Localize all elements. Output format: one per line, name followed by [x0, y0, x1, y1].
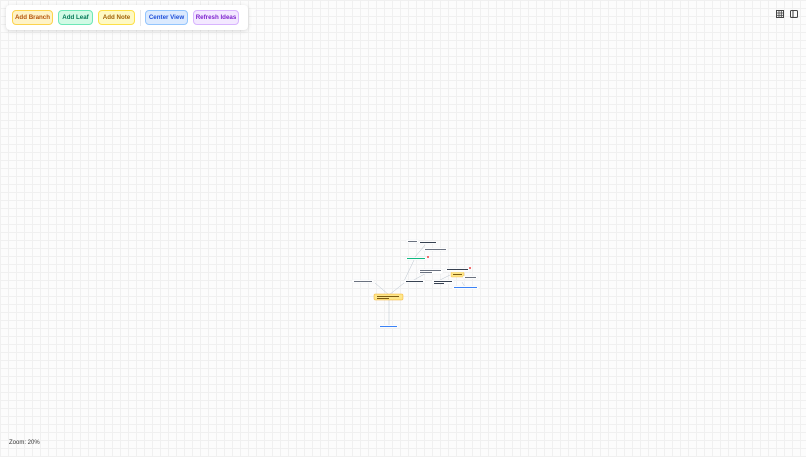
- node-root[interactable]: [373, 293, 404, 301]
- node-right-4[interactable]: [451, 285, 480, 290]
- node-top-a[interactable]: [405, 239, 420, 244]
- node-bottom[interactable]: [377, 324, 400, 329]
- node-upper-1[interactable]: [404, 256, 429, 261]
- node-right-1[interactable]: [444, 267, 471, 273]
- node-right-2[interactable]: [462, 275, 479, 280]
- node-top-b[interactable]: [417, 240, 439, 245]
- zoom-level-label: Zoom: 20%: [9, 440, 40, 446]
- mind-map-canvas[interactable]: [0, 0, 806, 457]
- node-note[interactable]: [450, 271, 465, 278]
- node-center[interactable]: [403, 279, 426, 284]
- node-left[interactable]: [351, 279, 375, 284]
- node-upper-2[interactable]: [422, 247, 449, 252]
- node-right-3[interactable]: [431, 279, 455, 285]
- node-mid[interactable]: [417, 268, 444, 275]
